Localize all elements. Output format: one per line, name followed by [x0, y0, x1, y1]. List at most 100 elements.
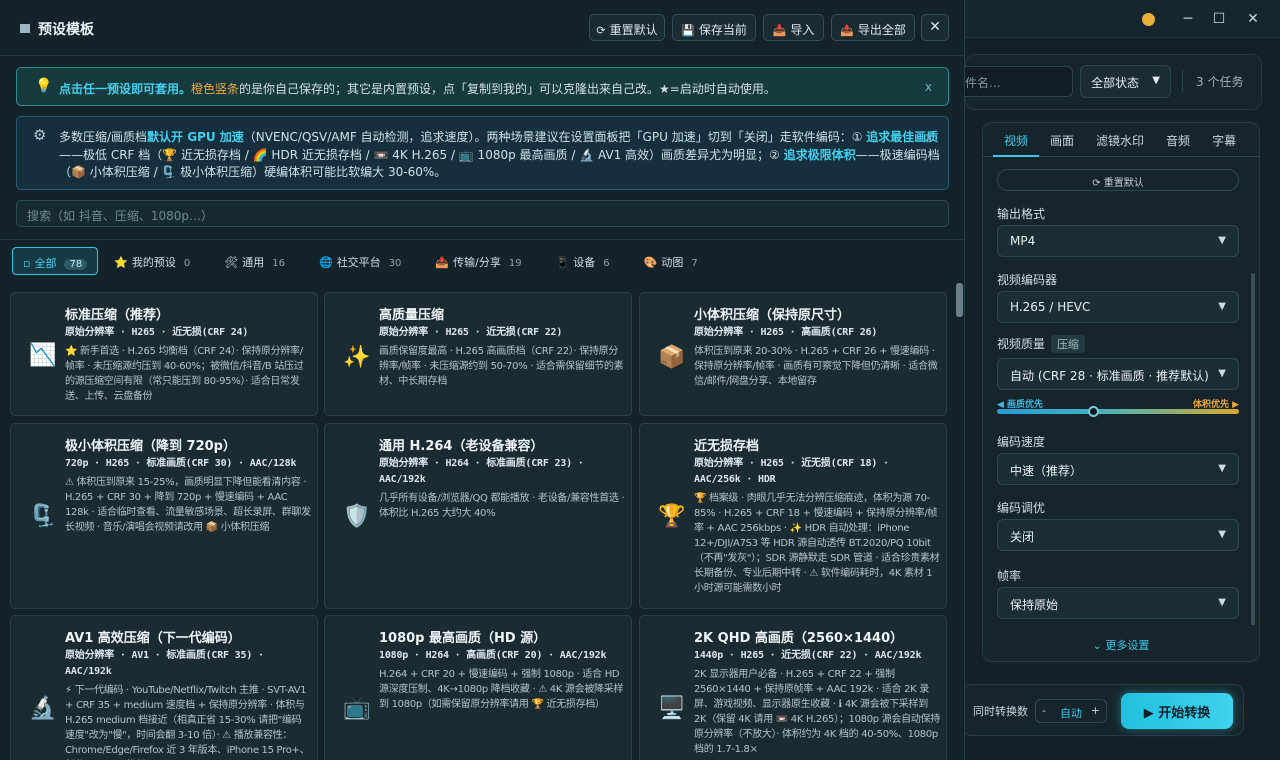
tab-gif[interactable]: 🎨 动图 7	[634, 247, 708, 275]
globe-icon: 🌐	[318, 256, 333, 269]
shield-icon: 🛡️	[343, 503, 371, 529]
preset-list-scrollbar[interactable]	[956, 283, 963, 317]
all-icon: ▫	[23, 257, 31, 270]
modal-title-text: 预设模板	[38, 22, 94, 38]
encoder-label: 视频编码器	[997, 273, 1058, 287]
usage-tip: 💡 点击任一预设即可套用。橙色竖条的是你自己保存的；其它是内置预设，点「复制到我…	[16, 67, 949, 106]
tab-label: 传输/分享	[453, 256, 501, 269]
tv-icon: 📺	[343, 695, 371, 721]
tab-label: 全部	[34, 257, 57, 270]
tab-count: 16	[272, 258, 285, 269]
preset-card-archive[interactable]: 🏆 近无损存档 原始分辨率 · H265 · 近无损(CRF 18) · AAC…	[639, 423, 947, 609]
tab-general[interactable]: 🛠 通用 16	[214, 247, 295, 275]
divider	[0, 239, 964, 240]
export-icon: 📤	[840, 24, 854, 37]
preset-title: 通用 H.264（老设备兼容）	[379, 439, 544, 454]
preset-title: 高质量压缩	[379, 308, 445, 323]
preset-desc: ⭐ 新手首选 · H.265 均衡档（CRF 24）· 保持原分辨率/帧率 · …	[65, 346, 304, 402]
star-icon: ⭐	[114, 256, 128, 269]
tab-label: 我的预设	[131, 256, 176, 269]
export-all-button[interactable]: 📤 导出全部	[831, 14, 915, 41]
dismiss-tip-button[interactable]: x	[925, 80, 932, 94]
maximize-button[interactable]: ☐	[1208, 8, 1230, 30]
preset-card-av1[interactable]: 🔬 AV1 高效压缩（下一代编码） 原始分辨率 · AV1 · 标准画质(CRF…	[10, 615, 318, 760]
fps-label: 帧率	[997, 569, 1022, 583]
quality-value: 自动 (CRF 28 · 标准画质 · 推荐默认)	[1010, 369, 1209, 383]
toolbar-divider	[1182, 70, 1183, 92]
tab-transfer[interactable]: 📤 传输/分享 19	[425, 247, 531, 275]
save-icon: 💾	[681, 24, 695, 37]
concurrent-stepper[interactable]: - 自动 +	[1035, 699, 1107, 723]
tab-picture[interactable]: 画面	[1039, 123, 1085, 157]
gpu-tip-line-3: （📦 小体积压缩 / 🗜️ 极小体积压缩）硬编体积可能比软编大 30-60%。	[59, 165, 447, 179]
bottom-action-bar: 同时转换数 - 自动 + ▶ 开始转换	[962, 684, 1244, 736]
settings-scrollbar[interactable]	[1251, 273, 1255, 625]
more-settings-button[interactable]: ⌄ 更多设置	[983, 637, 1259, 653]
increment-button[interactable]: +	[1091, 704, 1100, 717]
save-current-button[interactable]: 💾 保存当前	[672, 14, 756, 41]
start-convert-button[interactable]: ▶ 开始转换	[1121, 693, 1233, 729]
tip-rest-text: 的是你自己保存的；其它是内置预设，点「复制到我的」可以克隆出来自己改。★=启动时…	[239, 82, 776, 96]
tab-audio[interactable]: 音频	[1155, 123, 1201, 157]
tab-count: 30	[388, 258, 402, 269]
task-search-input[interactable]: 件名...	[965, 66, 1073, 97]
tune-select[interactable]: 关闭 ▼	[997, 519, 1239, 551]
preset-title: 2K QHD 高画质（2560×1440）	[694, 631, 904, 646]
quality-slider[interactable]	[997, 409, 1239, 414]
output-format-select[interactable]: MP4 ▼	[997, 225, 1239, 257]
output-format-label: 输出格式	[997, 207, 1046, 221]
preset-card-small-size[interactable]: 📦 小体积压缩（保持原尺寸） 原始分辨率 · H265 · 高画质(CRF 26…	[639, 292, 947, 416]
preset-desc: 🏆 档案级 · 肉眼几乎无法分辨压缩痕迹，体积为源 70-85% · H.265…	[694, 493, 940, 594]
encoder-value: H.265 / HEVC	[1010, 300, 1091, 314]
theme-indicator-icon[interactable]	[1137, 8, 1159, 30]
status-filter-select[interactable]: 全部状态 ▼	[1080, 65, 1171, 98]
tab-my-presets[interactable]: ⭐ 我的预设 0	[104, 247, 200, 275]
preset-desc: H.264 + CRF 20 + 慢速编码 + 强制 1080p · 适合 HD…	[379, 669, 624, 710]
preset-desc: 2K 显示器用户必备 · H.265 + CRF 22 + 强制 2560×14…	[694, 669, 940, 755]
minimize-button[interactable]: ─	[1177, 8, 1199, 30]
preset-card-h264[interactable]: 🛡️ 通用 H.264（老设备兼容） 原始分辨率 · H264 · 标准画质(C…	[324, 423, 632, 609]
chevron-down-icon: ▼	[1218, 529, 1226, 540]
tab-subtitle[interactable]: 字幕	[1201, 123, 1247, 157]
quality-select[interactable]: 自动 (CRF 28 · 标准画质 · 推荐默认) ▼	[997, 358, 1239, 390]
quality-label: 视频质量 压缩	[997, 335, 1086, 353]
gpu-tip-text: （NVENC/QSV/AMF 自动检测，追求速度）。两种场景建议在设置面板把「G…	[243, 130, 867, 144]
share-icon: 📤	[435, 256, 450, 269]
preset-card-2k[interactable]: 🖥️ 2K QHD 高画质（2560×1440） 1440p · H265 · …	[639, 615, 947, 760]
window-close-button[interactable]: ✕	[1242, 8, 1264, 30]
modal-header: 预设模板 ⟳ 重置默认 💾 保存当前 📥 导入 📤 导出全部 ✕	[0, 0, 964, 56]
preset-card-standard[interactable]: 📉 标准压缩（推荐） 原始分辨率 · H265 · 近无损(CRF 24) ⭐ …	[10, 292, 318, 416]
tab-devices[interactable]: 📱 设备 6	[546, 247, 620, 275]
fps-value: 保持原始	[1010, 598, 1059, 612]
encoder-select[interactable]: H.265 / HEVC ▼	[997, 291, 1239, 323]
gpu-tip-text: 多数压缩/画质档	[59, 130, 148, 144]
preset-meta: 1080p · H264 · 高画质(CRF 20) · AAC/192k	[379, 650, 607, 661]
speed-select[interactable]: 中速（推荐） ▼	[997, 453, 1239, 485]
import-label: 导入	[790, 23, 815, 37]
output-format-value: MP4	[1010, 234, 1036, 248]
microscope-icon: 🔬	[29, 695, 57, 721]
preset-card-high-quality[interactable]: ✨ 高质量压缩 原始分辨率 · H265 · 近无损(CRF 22) 画质保留度…	[324, 292, 632, 416]
gpu-tip-line-2: ——极低 CRF 档（🏆 近无损存档 / 🌈 HDR 近无损存档 / 📼 4K …	[59, 147, 940, 165]
tab-count: 78	[64, 259, 88, 270]
compress-icon: 🗜️	[29, 503, 57, 529]
lightbulb-icon: 💡	[35, 78, 53, 94]
tab-all[interactable]: ▫ 全部 78	[12, 247, 99, 275]
preset-card-tiny-720p[interactable]: 🗜️ 极小体积压缩（降到 720p） 720p · H265 · 标准画质(CR…	[10, 423, 318, 609]
decrement-button[interactable]: -	[1042, 704, 1046, 717]
chart-down-icon: 📉	[29, 342, 57, 368]
import-button[interactable]: 📥 导入	[763, 14, 824, 41]
quality-slider-handle[interactable]	[1088, 406, 1099, 417]
preset-search-input[interactable]: 搜索（如 抖音、压缩、1080p…）	[16, 200, 949, 227]
tab-filter-watermark[interactable]: 滤镜水印	[1085, 123, 1155, 157]
modal-close-button[interactable]: ✕	[921, 14, 949, 41]
preset-meta: 1440p · H265 · 近无损(CRF 22) · AAC/192k	[694, 650, 922, 661]
settings-reset-button[interactable]: ⟳ 重置默认	[997, 169, 1239, 191]
preset-card-1080p[interactable]: 📺 1080p 最高画质（HD 源） 1080p · H264 · 高画质(CR…	[324, 615, 632, 760]
preset-modal: 预设模板 ⟳ 重置默认 💾 保存当前 📥 导入 📤 导出全部 ✕ 💡 点击任一预设即可套…	[0, 0, 965, 760]
reset-default-button[interactable]: ⟳ 重置默认	[589, 14, 665, 41]
tab-social[interactable]: 🌐 社交平台 30	[309, 247, 411, 275]
fps-select[interactable]: 保持原始 ▼	[997, 587, 1239, 619]
tab-video[interactable]: 视频	[993, 123, 1040, 157]
dismiss-gpu-tip-button[interactable]: x	[925, 129, 932, 147]
